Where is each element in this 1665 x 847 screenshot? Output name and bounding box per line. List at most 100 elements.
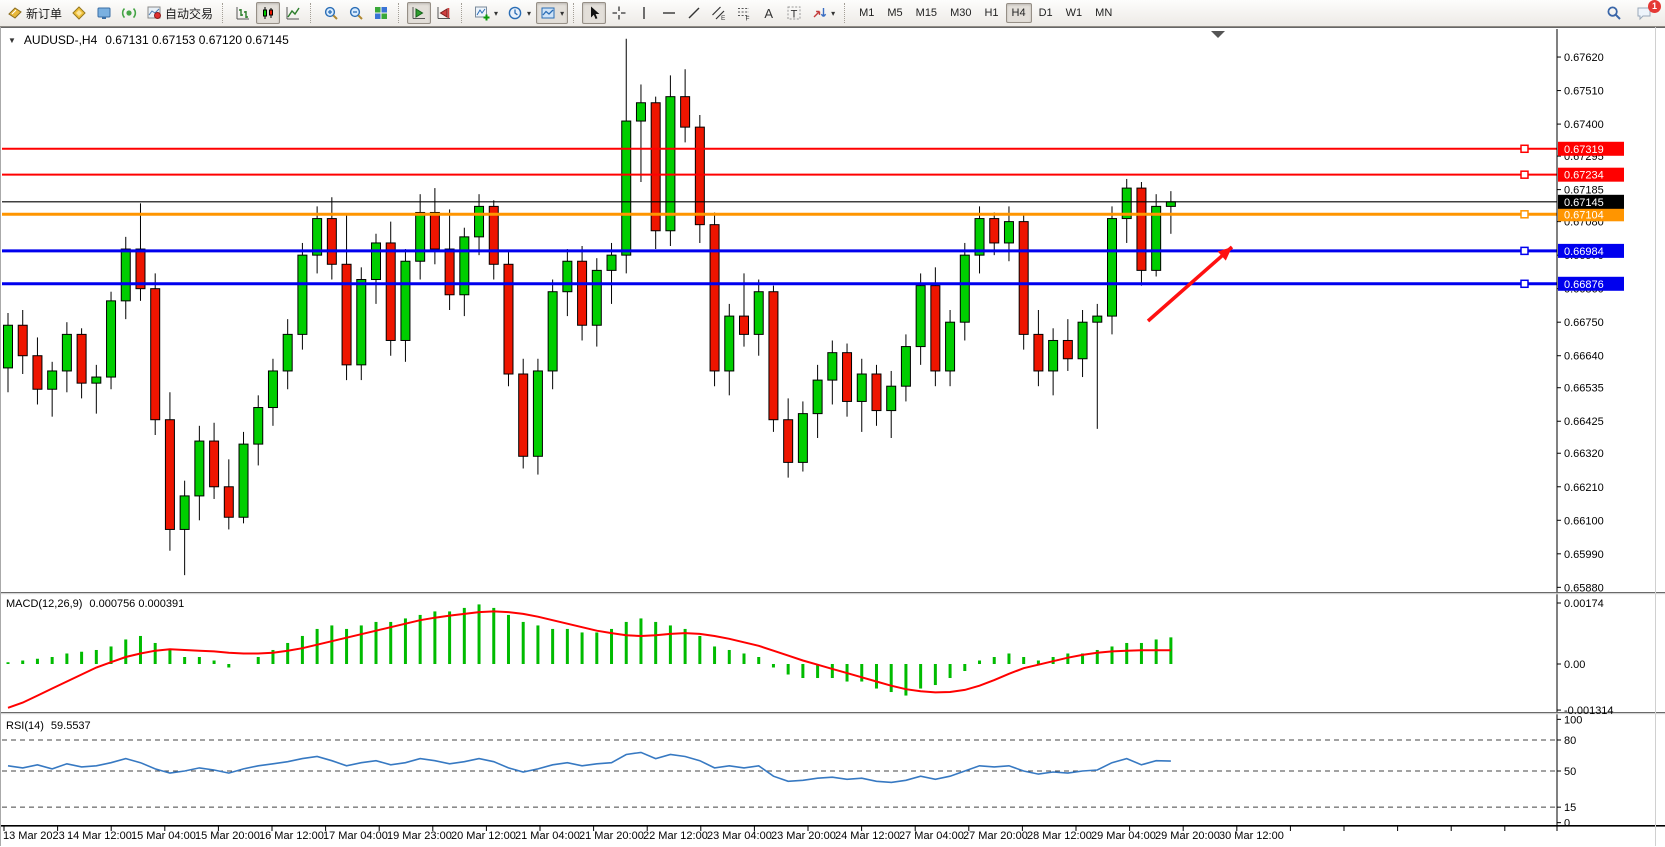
svg-text:0.67234: 0.67234 — [1564, 170, 1604, 182]
svg-text:24 Mar 12:00: 24 Mar 12:00 — [835, 830, 900, 842]
ohlc-values: 0.67131 0.67153 0.67120 0.67145 — [105, 33, 289, 47]
line-chart-button[interactable] — [281, 2, 305, 24]
timeframe-mn[interactable]: MN — [1089, 3, 1118, 23]
notification-badge: 1 — [1648, 0, 1661, 13]
svg-text:0.67510: 0.67510 — [1564, 86, 1604, 98]
symbol-period-label: AUDUSD-,H4 — [24, 33, 97, 47]
timeframe-m5[interactable]: M5 — [881, 3, 908, 23]
candlestick-chart-button[interactable] — [256, 2, 280, 24]
new-order-icon — [7, 5, 23, 21]
cursor-button[interactable] — [582, 2, 606, 24]
timeframe-m30[interactable]: M30 — [944, 3, 977, 23]
text-a-icon: A — [761, 5, 777, 21]
crosshair-button[interactable] — [607, 2, 631, 24]
timeframe-w1[interactable]: W1 — [1060, 3, 1089, 23]
svg-text:20 Mar 12:00: 20 Mar 12:00 — [451, 830, 516, 842]
autotrading-icon — [146, 5, 162, 21]
zoom-in-button[interactable] — [319, 2, 343, 24]
svg-text:15: 15 — [1564, 802, 1576, 814]
timeframe-h4[interactable]: H4 — [1006, 3, 1032, 23]
add-indicator-button[interactable]: ▾ — [470, 2, 502, 24]
svg-text:30 Mar 12:00: 30 Mar 12:00 — [1219, 830, 1284, 842]
autotrading-label: 自动交易 — [165, 5, 213, 22]
tile-windows-button[interactable] — [369, 2, 393, 24]
svg-text:F: F — [746, 16, 750, 22]
svg-text:E: E — [721, 15, 726, 21]
svg-text:21 Mar 20:00: 21 Mar 20:00 — [579, 830, 644, 842]
svg-text:27 Mar 20:00: 27 Mar 20:00 — [963, 830, 1028, 842]
zoom-out-icon — [348, 5, 364, 21]
dropdown-icon: ▾ — [831, 9, 835, 18]
search-icon — [1606, 5, 1622, 21]
vertical-line-button[interactable] — [632, 2, 656, 24]
svg-text:0.66535: 0.66535 — [1564, 383, 1604, 395]
svg-text:13 Mar 2023: 13 Mar 2023 — [3, 830, 65, 842]
period-clock-button[interactable]: ▾ — [503, 2, 535, 24]
chart-shift-button[interactable] — [432, 2, 456, 24]
signals-button[interactable] — [117, 2, 141, 24]
bar-chart-icon — [235, 5, 251, 21]
svg-text:0.65990: 0.65990 — [1564, 549, 1604, 561]
arrows-button[interactable]: ▾ — [807, 2, 839, 24]
search-button[interactable] — [1602, 2, 1626, 24]
timeframe-d1[interactable]: D1 — [1033, 3, 1059, 23]
svg-text:0.66876: 0.66876 — [1564, 279, 1604, 291]
timeframe-m15[interactable]: M15 — [910, 3, 943, 23]
svg-text:50: 50 — [1564, 766, 1576, 778]
add-indicator-icon — [474, 5, 490, 21]
timeframe-m1[interactable]: M1 — [853, 3, 880, 23]
chart-window-button[interactable] — [92, 2, 116, 24]
market-watch-button[interactable] — [67, 2, 91, 24]
rsi-name: RSI(14) — [6, 720, 44, 732]
toolbar-separator — [222, 3, 226, 23]
svg-text:0.66425: 0.66425 — [1564, 416, 1604, 428]
svg-text:0.66320: 0.66320 — [1564, 448, 1604, 460]
bar-chart-button[interactable] — [231, 2, 255, 24]
svg-text:16 Mar 12:00: 16 Mar 12:00 — [259, 830, 324, 842]
svg-text:0.00174: 0.00174 — [1564, 598, 1604, 610]
svg-text:27 Mar 04:00: 27 Mar 04:00 — [899, 830, 964, 842]
macd-values: 0.000756 0.000391 — [89, 598, 184, 610]
svg-text:0.00: 0.00 — [1564, 659, 1585, 671]
macd-indicator-label: MACD(12,26,9) 0.000756 0.000391 — [6, 598, 184, 610]
dropdown-icon: ▾ — [560, 9, 564, 18]
new-order-button[interactable]: 新订单 — [3, 2, 66, 24]
fibonacci-button[interactable]: F — [732, 2, 756, 24]
clock-icon — [507, 5, 523, 21]
horizontal-line-button[interactable] — [657, 2, 681, 24]
template-button[interactable]: ▾ — [536, 2, 568, 24]
chart-dropdown-icon[interactable]: ▼ — [8, 36, 16, 45]
cursor-arrow-icon — [586, 5, 602, 21]
timeframe-h1[interactable]: H1 — [978, 3, 1004, 23]
toolbar-separator — [461, 3, 465, 23]
text-button[interactable]: A — [757, 2, 781, 24]
auto-scroll-button[interactable] — [407, 2, 431, 24]
text-label-button[interactable]: T — [782, 2, 806, 24]
svg-text:29 Mar 20:00: 29 Mar 20:00 — [1155, 830, 1220, 842]
svg-text:0.67104: 0.67104 — [1564, 209, 1604, 221]
autotrading-button[interactable]: 自动交易 — [142, 2, 217, 24]
arrow-shapes-icon — [811, 5, 827, 21]
price-chart-canvas[interactable]: 0.676200.675100.674000.672950.671850.670… — [0, 27, 1665, 846]
toolbar-right: 1 — [1602, 2, 1662, 24]
svg-text:22 Mar 12:00: 22 Mar 12:00 — [643, 830, 708, 842]
svg-text:23 Mar 04:00: 23 Mar 04:00 — [707, 830, 772, 842]
chart-title: ▼ AUDUSD-,H4 0.67131 0.67153 0.67120 0.6… — [8, 33, 289, 47]
zoom-out-button[interactable] — [344, 2, 368, 24]
svg-text:0.67319: 0.67319 — [1564, 144, 1604, 156]
svg-text:21 Mar 04:00: 21 Mar 04:00 — [515, 830, 580, 842]
notifications-button[interactable]: 1 — [1632, 2, 1656, 24]
equidistant-channel-button[interactable]: E — [707, 2, 731, 24]
zoom-in-icon — [323, 5, 339, 21]
chart-window: 0.676200.675100.674000.672950.671850.670… — [0, 27, 1665, 846]
dropdown-icon: ▾ — [527, 9, 531, 18]
svg-text:15 Mar 20:00: 15 Mar 20:00 — [195, 830, 260, 842]
svg-text:23 Mar 20:00: 23 Mar 20:00 — [771, 830, 836, 842]
svg-text:0: 0 — [1564, 818, 1570, 830]
svg-text:T: T — [791, 8, 798, 20]
dropdown-icon: ▾ — [494, 9, 498, 18]
trendline-button[interactable] — [682, 2, 706, 24]
tile-windows-icon — [373, 5, 389, 21]
svg-text:0.66100: 0.66100 — [1564, 515, 1604, 527]
channel-icon: E — [711, 5, 727, 21]
